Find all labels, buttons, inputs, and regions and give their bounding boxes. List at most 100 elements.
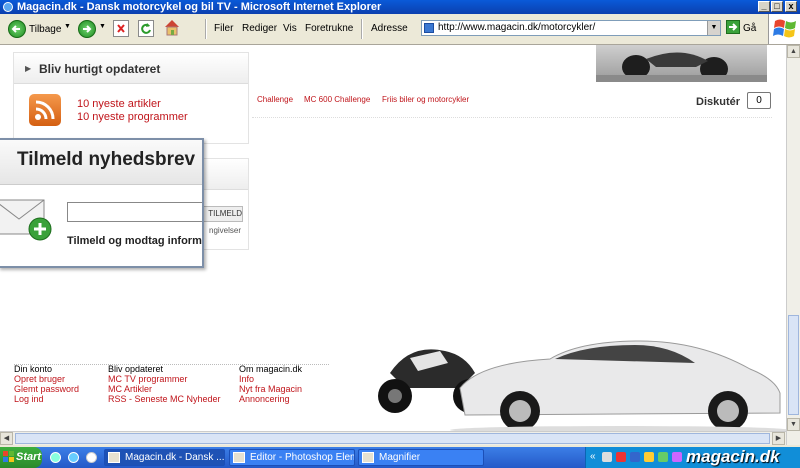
window-title: Magacin.dk - Dansk motorcykel og bil TV …	[17, 1, 382, 13]
footer-link[interactable]: Nyt fra Magacin	[239, 384, 302, 394]
toolbar-separator	[361, 19, 363, 39]
car-and-motorbike-image	[370, 333, 786, 431]
hscroll-thumb[interactable]	[15, 433, 770, 444]
ie-quicklaunch-icon[interactable]	[50, 452, 61, 463]
maximize-button[interactable]: □	[771, 1, 783, 12]
go-button[interactable]: Gå	[743, 23, 756, 34]
tray-icon[interactable]	[630, 452, 640, 462]
comment-count-bubble[interactable]: 0	[747, 92, 771, 109]
box-header: ▶ Bliv hurtigt opdateret	[14, 53, 248, 84]
email-input[interactable]	[67, 202, 202, 222]
menu-rediger[interactable]: Rediger	[242, 23, 277, 34]
tag-link-challenge[interactable]: Challenge	[257, 95, 293, 104]
chevron-right-icon: ▶	[25, 64, 32, 73]
menu-vis[interactable]: Vis	[283, 23, 297, 34]
footer-link[interactable]: MC Artikler	[108, 384, 152, 394]
forward-arrow-icon	[78, 20, 96, 38]
footer-link[interactable]: Glemt password	[14, 384, 79, 394]
close-button[interactable]: x	[785, 1, 797, 12]
forward-button[interactable]: ▼	[76, 19, 106, 39]
footer-link[interactable]: RSS - Seneste MC Nyheder	[108, 394, 221, 404]
back-button[interactable]: Tilbage ▼	[6, 19, 71, 39]
footer-link[interactable]: Log ind	[14, 394, 44, 404]
magnifier-task-icon	[362, 452, 374, 463]
task-magacin[interactable]: Magacin.dk - Dansk ...	[104, 449, 225, 466]
menu-foretrukne[interactable]: Foretrukne	[305, 23, 353, 34]
scroll-down-icon[interactable]: ▼	[787, 418, 800, 431]
popup-text: Tilmeld og modtag informat	[67, 235, 204, 247]
header-motorbike-image	[596, 45, 767, 82]
page-content: ▶ Bliv hurtigt opdateret 10 nyeste artik…	[0, 45, 786, 431]
address-label: Adresse	[371, 23, 408, 34]
tray-icon[interactable]	[616, 452, 626, 462]
page-icon	[424, 23, 434, 33]
home-icon[interactable]	[163, 18, 181, 36]
rss-icon[interactable]	[29, 94, 61, 126]
toolbar-separator	[205, 19, 207, 39]
link-nyeste-programmer[interactable]: 10 nyeste programmer	[77, 111, 188, 123]
address-input[interactable]: http://www.magacin.dk/motorcykler/	[438, 22, 595, 33]
footer-col-konto: Din konto Opret bruger Glemt password Lo…	[14, 364, 79, 404]
vertical-scrollbar[interactable]: ▲ ▼	[786, 45, 800, 445]
tray-icon[interactable]	[602, 452, 612, 462]
ie-icon	[3, 2, 13, 12]
tilmeld-button-behind[interactable]: TILMELD	[201, 206, 243, 222]
taskbar: Start Magacin.dk - Dansk ... Editor - Ph…	[0, 447, 800, 468]
photoshop-task-icon	[233, 452, 245, 463]
media-quicklaunch-icon[interactable]	[86, 452, 97, 463]
start-button[interactable]: Start	[0, 447, 42, 468]
scroll-right-icon[interactable]: ▶	[772, 432, 785, 445]
windows-flag-icon	[3, 451, 14, 462]
address-bar[interactable]: http://www.magacin.dk/motorcykler/ ▼	[421, 20, 721, 36]
task-magnifier[interactable]: Magnifier	[358, 449, 484, 466]
footer-heading: Om magacin.dk	[239, 364, 303, 374]
behind-text: ngivelser	[209, 226, 242, 235]
windows-logo-icon	[768, 14, 800, 44]
system-tray: « magacin.dk	[585, 447, 800, 468]
title-bar: Magacin.dk - Dansk motorcykel og bil TV …	[0, 0, 800, 14]
scroll-up-icon[interactable]: ▲	[787, 45, 800, 58]
footer-link[interactable]: Annoncering	[239, 394, 290, 404]
back-arrow-icon	[8, 20, 26, 38]
footer-link[interactable]: Opret bruger	[14, 374, 65, 384]
refresh-icon[interactable]	[138, 20, 154, 37]
footer-link[interactable]: MC TV programmer	[108, 374, 187, 384]
quicklaunch-icon[interactable]	[68, 452, 79, 463]
start-label: Start	[16, 451, 42, 463]
task-label: Magacin.dk - Dansk ...	[125, 452, 225, 463]
task-label: Magnifier	[379, 452, 421, 463]
address-dropdown-icon[interactable]: ▼	[707, 21, 720, 35]
divider	[252, 117, 772, 119]
bliv-opdateret-box: ▶ Bliv hurtigt opdateret 10 nyeste artik…	[13, 52, 249, 144]
footer-heading: Bliv opdateret	[108, 364, 164, 374]
link-nyeste-artikler[interactable]: 10 nyeste artikler	[77, 98, 161, 110]
back-dropdown-icon[interactable]: ▼	[64, 23, 71, 30]
footer-col-opdateret: Bliv opdateret MC TV programmer MC Artik…	[108, 364, 221, 404]
newsletter-popup: Tilmeld nyhedsbrev Tilmeld og modtag inf…	[0, 138, 204, 268]
tag-link-mc600[interactable]: MC 600 Challenge	[304, 95, 370, 104]
footer-link[interactable]: Info	[239, 374, 254, 384]
menu-filer[interactable]: Filer	[214, 23, 233, 34]
task-photoshop[interactable]: Editor - Photoshop Eleme...	[229, 449, 355, 466]
minimize-button[interactable]: _	[758, 1, 770, 12]
diskuter-label[interactable]: Diskutér	[696, 96, 740, 108]
watermark: magacin.dk	[686, 447, 780, 466]
tag-link-friis[interactable]: Friis biler og motorcykler	[382, 95, 469, 104]
task-label: Editor - Photoshop Eleme...	[250, 452, 354, 463]
footer-col-om: Om magacin.dk Info Nyt fra Magacin Annon…	[239, 364, 302, 404]
footer-heading: Din konto	[14, 364, 53, 374]
scroll-left-icon[interactable]: ◀	[0, 432, 13, 445]
horizontal-scrollbar[interactable]: ◀ ▶	[0, 431, 786, 446]
forward-dropdown-icon[interactable]: ▼	[99, 23, 106, 30]
scroll-thumb[interactable]	[788, 315, 799, 415]
stop-icon[interactable]	[113, 20, 129, 37]
tray-icon[interactable]	[658, 452, 668, 462]
tray-expand-icon[interactable]: «	[590, 451, 596, 462]
go-arrow-icon[interactable]	[726, 20, 740, 34]
tray-icon[interactable]	[672, 452, 682, 462]
ie-task-icon	[108, 452, 120, 463]
tray-icon[interactable]	[644, 452, 654, 462]
box-title: Bliv hurtigt opdateret	[39, 62, 161, 76]
back-label: Tilbage	[29, 24, 62, 35]
envelope-plus-icon	[0, 197, 54, 243]
